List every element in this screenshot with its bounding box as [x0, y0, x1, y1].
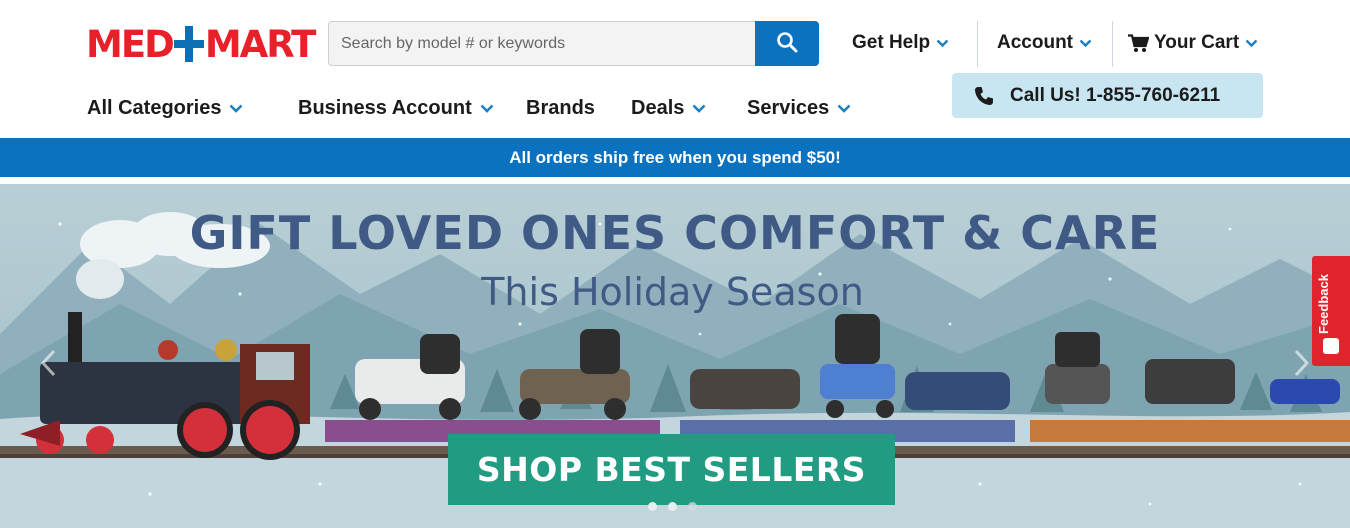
carousel-dots [648, 502, 697, 511]
search-icon [776, 31, 798, 56]
shop-best-sellers-button[interactable]: SHOP BEST SELLERS [448, 434, 895, 505]
phone-icon [974, 86, 994, 106]
nav-label: All Categories [87, 96, 222, 119]
carousel-prev-arrow-icon[interactable] [36, 347, 60, 379]
call-us-label: Call Us! 1-855-760-6211 [1010, 84, 1221, 106]
carousel-dot[interactable] [688, 502, 697, 511]
call-us-button[interactable]: Call Us! 1-855-760-6211 [952, 73, 1263, 118]
chevron-down-icon [1245, 39, 1258, 48]
search-bar [328, 21, 819, 66]
logo-text-med: MED [86, 22, 175, 66]
nav-deals[interactable]: Deals [631, 94, 706, 122]
nav-label: Business Account [298, 96, 472, 119]
chevron-down-icon [480, 104, 494, 113]
get-help-menu[interactable]: Get Help [852, 22, 949, 64]
nav-business-account[interactable]: Business Account [298, 94, 494, 122]
medmart-logo[interactable]: MED MART [86, 22, 317, 66]
nav-label: Brands [526, 96, 595, 119]
hero-subtitle: This Holiday Season [481, 270, 864, 314]
account-menu[interactable]: Account [997, 22, 1092, 64]
nav-label: Deals [631, 96, 685, 119]
nav-brands[interactable]: Brands [526, 94, 595, 122]
divider [977, 21, 978, 67]
account-label: Account [997, 32, 1073, 53]
logo-text-mart: MART [204, 22, 317, 66]
cart-label: Your Cart [1154, 32, 1240, 53]
cart-menu[interactable]: Your Cart [1128, 22, 1258, 64]
hero-carousel[interactable]: GIFT LOVED ONES COMFORT & CARE This Holi… [0, 184, 1350, 528]
carousel-dot[interactable] [668, 502, 677, 511]
free-shipping-text: All orders ship free when you spend $50! [509, 147, 841, 167]
medical-cross-icon [173, 26, 204, 62]
nav-services[interactable]: Services [747, 94, 851, 122]
chevron-down-icon [1079, 39, 1092, 48]
carousel-next-arrow-icon[interactable] [1290, 347, 1314, 379]
free-shipping-banner[interactable]: All orders ship free when you spend $50! [0, 138, 1350, 177]
get-help-label: Get Help [852, 32, 931, 53]
hero-title: GIFT LOVED ONES COMFORT & CARE [189, 206, 1161, 260]
cart-icon [1128, 33, 1149, 53]
carousel-dot[interactable] [648, 502, 657, 511]
chevron-down-icon [837, 104, 851, 113]
feedback-tab[interactable]: Feedback [1312, 256, 1350, 366]
nav-all-categories[interactable]: All Categories [87, 94, 243, 122]
feedback-label: Feedback [1316, 274, 1331, 334]
divider [1112, 21, 1113, 67]
nav-label: Services [747, 96, 830, 119]
page: MED MART Get Help Account Your Cart Call [0, 0, 1350, 528]
chevron-down-icon [229, 104, 243, 113]
search-input[interactable] [328, 21, 755, 66]
chevron-down-icon [692, 104, 706, 113]
chevron-down-icon [936, 39, 949, 48]
search-button[interactable] [755, 21, 819, 66]
feedback-icon [1323, 338, 1339, 354]
